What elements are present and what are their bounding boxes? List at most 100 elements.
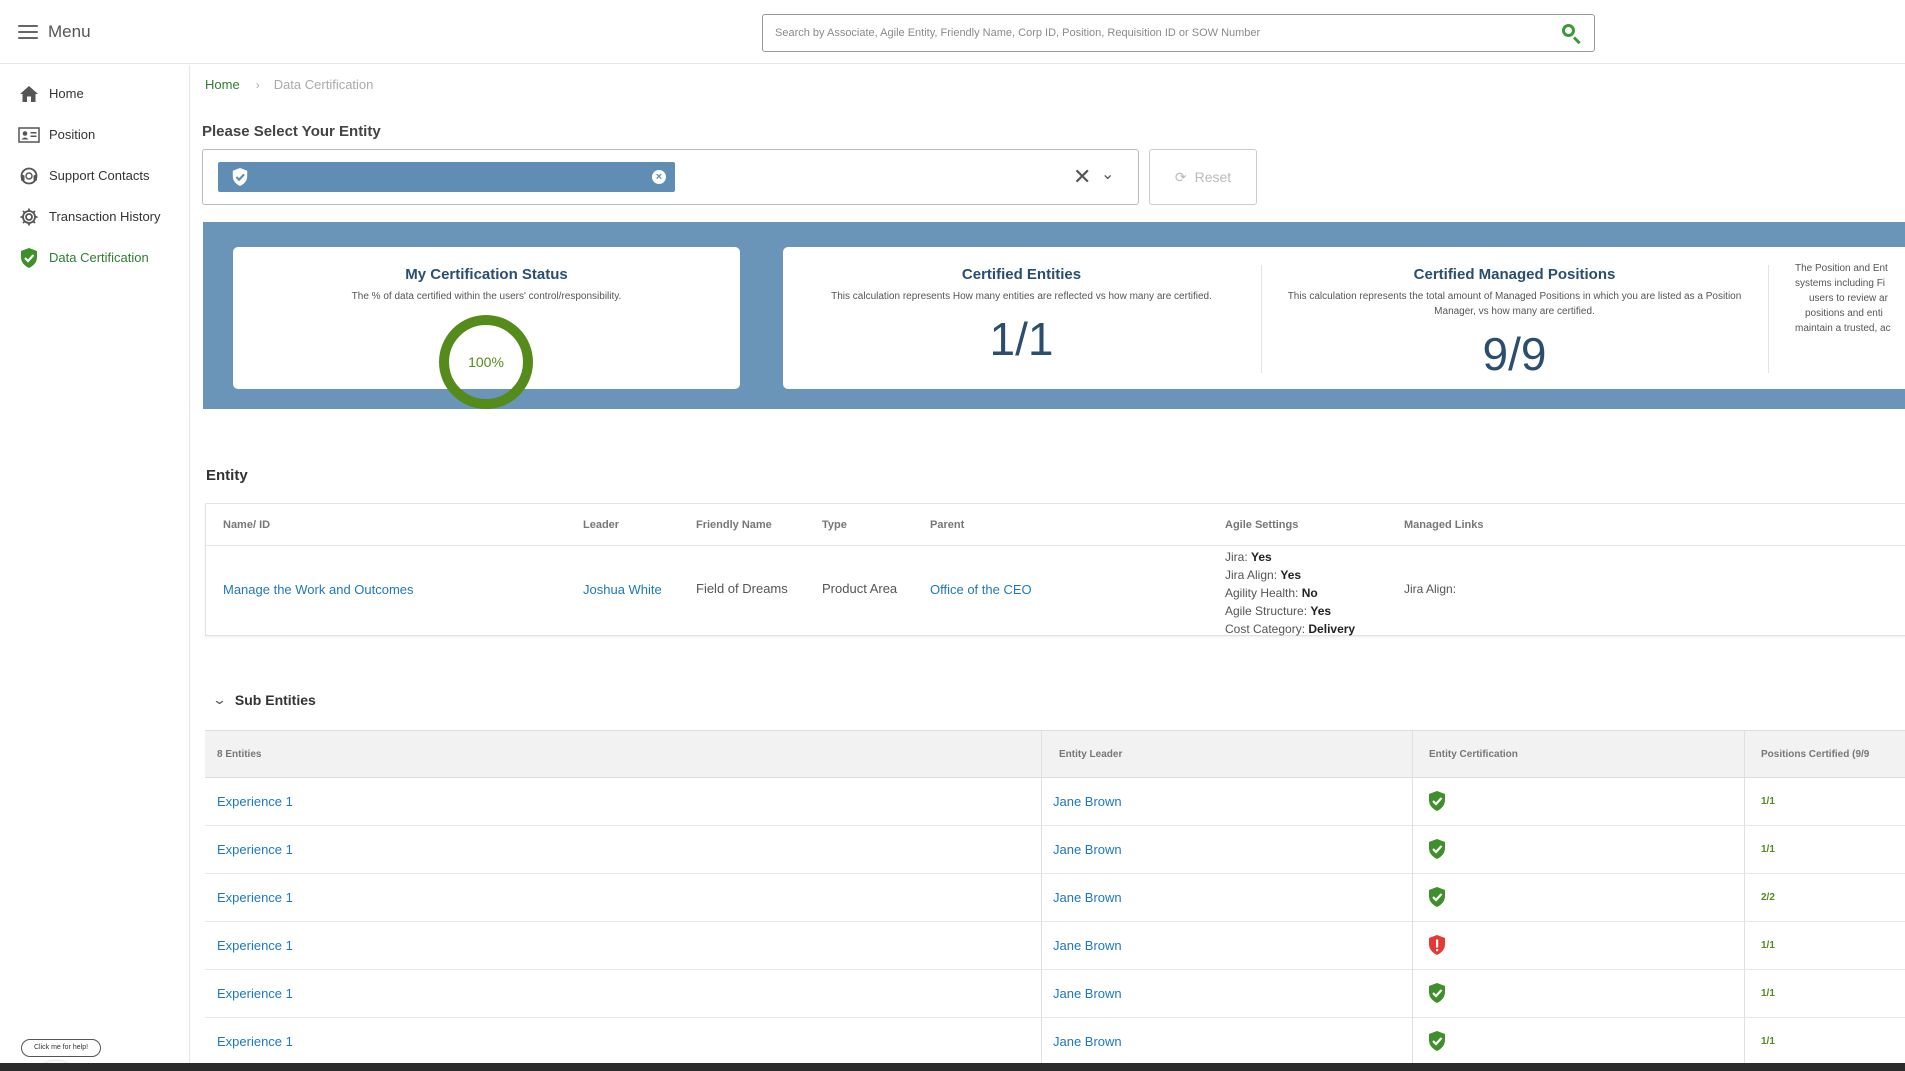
entity-select-title: Please Select Your Entity	[202, 123, 381, 140]
entity-leader-link[interactable]: Joshua White	[583, 582, 662, 597]
chevron-down-icon[interactable]: ⌄	[1101, 164, 1114, 184]
headset-icon	[17, 164, 41, 188]
card-title: Certified Entities	[961, 266, 1082, 283]
partial-text-line: positions and enti	[1805, 308, 1883, 319]
chevron-right-icon: ›	[255, 77, 260, 92]
entity-friendly-name: Field of Dreams	[696, 581, 788, 596]
entity-table: Name/ ID Leader Friendly Name Type Paren…	[205, 503, 1905, 636]
column-header: Agile Settings	[1225, 519, 1299, 531]
certification-summary-banner: My Certification Status The % of data ce…	[203, 222, 1905, 409]
agile-setting: Jira Align: Yes	[1225, 568, 1302, 582]
sub-entity-leader-link[interactable]: Jane Brown	[1053, 986, 1122, 1001]
column-header: Positions Certified (9/9	[1761, 749, 1870, 760]
certified-metrics-card: Certified Entities This calculation repr…	[783, 247, 1905, 389]
sidebar-item-home[interactable]: Home	[0, 73, 189, 114]
table-row[interactable]: Experience 1 Jane Brown 1/1	[205, 970, 1905, 1018]
sub-entity-name-link[interactable]: Experience 1	[217, 986, 293, 1001]
partial-text-line: users to review ar	[1809, 293, 1888, 304]
menu-label: Menu	[48, 22, 91, 41]
column-header: Entity Certification	[1429, 749, 1518, 760]
sub-entities-title: Sub Entities	[234, 692, 316, 708]
certified-shield-icon	[1429, 887, 1445, 907]
certified-shield-icon	[1429, 1031, 1445, 1051]
sub-entities-toggle[interactable]: ⌄ Sub Entities	[211, 692, 316, 708]
entity-name-link[interactable]: Manage the Work and Outcomes	[223, 582, 414, 597]
id-card-icon	[17, 123, 41, 147]
search-bar	[762, 14, 1595, 52]
positions-certified: 1/1	[1761, 988, 1775, 999]
clear-selection-icon[interactable]: ✕	[1073, 164, 1091, 190]
bottom-edge	[0, 1063, 1905, 1071]
table-row[interactable]: Experience 1 Jane Brown 1/1	[205, 778, 1905, 826]
entity-select[interactable]: × ✕ ⌄	[202, 149, 1139, 205]
entity-section-title: Entity	[206, 467, 248, 484]
partial-text-line: maintain a trusted, ac	[1795, 323, 1891, 334]
search-input[interactable]	[775, 27, 1560, 39]
refresh-icon: ⟳	[1174, 168, 1187, 185]
card-description: The % of data certified within the users…	[351, 291, 622, 302]
sidebar: Home Position Support Contacts Transacti…	[0, 65, 190, 1071]
sidebar-item-label: Support Contacts	[49, 168, 150, 183]
sidebar-item-support-contacts[interactable]: Support Contacts	[0, 155, 189, 196]
breadcrumb: Home › Data Certification	[205, 77, 373, 92]
gear-icon	[17, 205, 41, 229]
sub-entity-leader-link[interactable]: Jane Brown	[1053, 1034, 1122, 1049]
sub-entity-name-link[interactable]: Experience 1	[217, 938, 293, 953]
top-bar: Menu	[0, 0, 1905, 64]
column-header: Parent	[930, 519, 965, 531]
chevron-down-icon: ⌄	[211, 692, 228, 707]
shield-check-icon	[17, 246, 41, 270]
sidebar-item-position[interactable]: Position	[0, 114, 189, 155]
column-header: 8 Entities	[217, 749, 262, 760]
search-icon[interactable]	[1560, 22, 1582, 45]
entity-parent-link[interactable]: Office of the CEO	[930, 582, 1032, 597]
card-description: This calculation represents the total am…	[1287, 291, 1742, 317]
home-icon	[17, 82, 41, 106]
partial-text-line: systems including Fi	[1795, 278, 1886, 289]
divider	[1768, 265, 1769, 373]
sidebar-item-data-certification[interactable]: Data Certification	[0, 237, 189, 278]
sub-entity-name-link[interactable]: Experience 1	[217, 890, 293, 905]
agile-setting: Agility Health: No	[1225, 586, 1318, 600]
chip-remove-icon[interactable]: ×	[652, 170, 666, 184]
sub-entity-leader-link[interactable]: Jane Brown	[1053, 938, 1122, 953]
sub-entity-leader-link[interactable]: Jane Brown	[1053, 794, 1122, 809]
main-content: Home › Data Certification Please Select …	[191, 65, 1905, 1071]
agile-setting: Agile Structure: Yes	[1225, 604, 1332, 618]
sub-entity-name-link[interactable]: Experience 1	[217, 1034, 293, 1049]
card-description: This calculation represents How many ent…	[831, 291, 1212, 302]
entity-table-header: Name/ ID Leader Friendly Name Type Paren…	[206, 504, 1905, 546]
sidebar-item-transaction-history[interactable]: Transaction History	[0, 196, 189, 237]
reset-button[interactable]: ⟳ Reset	[1149, 149, 1257, 205]
positions-certified: 1/1	[1761, 796, 1775, 807]
sub-entity-leader-link[interactable]: Jane Brown	[1053, 890, 1122, 905]
sub-entity-name-link[interactable]: Experience 1	[217, 794, 293, 809]
positions-certified: 1/1	[1761, 844, 1775, 855]
sub-entity-name-link[interactable]: Experience 1	[217, 842, 293, 857]
certified-shield-icon	[1429, 983, 1445, 1003]
selected-entity-chip[interactable]: ×	[218, 162, 675, 192]
uncertified-shield-icon	[1429, 935, 1445, 955]
column-header: Name/ ID	[223, 519, 271, 531]
my-certification-status-card: My Certification Status The % of data ce…	[233, 247, 740, 409]
breadcrumb-current: Data Certification	[273, 77, 374, 92]
sub-entities-header: 8 Entities Entity Leader Entity Certific…	[205, 730, 1905, 778]
agile-setting: Cost Category: Delivery	[1225, 622, 1356, 636]
table-row[interactable]: Experience 1 Jane Brown 1/1	[205, 1018, 1905, 1066]
shield-check-icon	[232, 168, 248, 186]
certified-shield-icon	[1429, 839, 1445, 859]
breadcrumb-home-link[interactable]: Home	[205, 77, 240, 92]
sidebar-item-label: Position	[49, 127, 96, 142]
sub-entity-leader-link[interactable]: Jane Brown	[1053, 842, 1122, 857]
table-row[interactable]: Experience 1 Jane Brown 2/2	[205, 874, 1905, 922]
help-bubble: Click me for help!	[21, 1039, 101, 1057]
certified-entities-metric: Certified Entities This calculation repr…	[783, 247, 1260, 389]
reset-label: Reset	[1194, 169, 1232, 185]
partial-text-line: The Position and Ent	[1795, 263, 1888, 274]
column-header: Leader	[583, 519, 620, 531]
table-row[interactable]: Experience 1 Jane Brown 1/1	[205, 922, 1905, 970]
table-row[interactable]: Experience 1 Jane Brown 1/1	[205, 826, 1905, 874]
entity-type: Product Area	[822, 581, 898, 596]
menu-button[interactable]: Menu	[18, 20, 91, 44]
certification-progress-ring: 100%	[439, 315, 533, 409]
